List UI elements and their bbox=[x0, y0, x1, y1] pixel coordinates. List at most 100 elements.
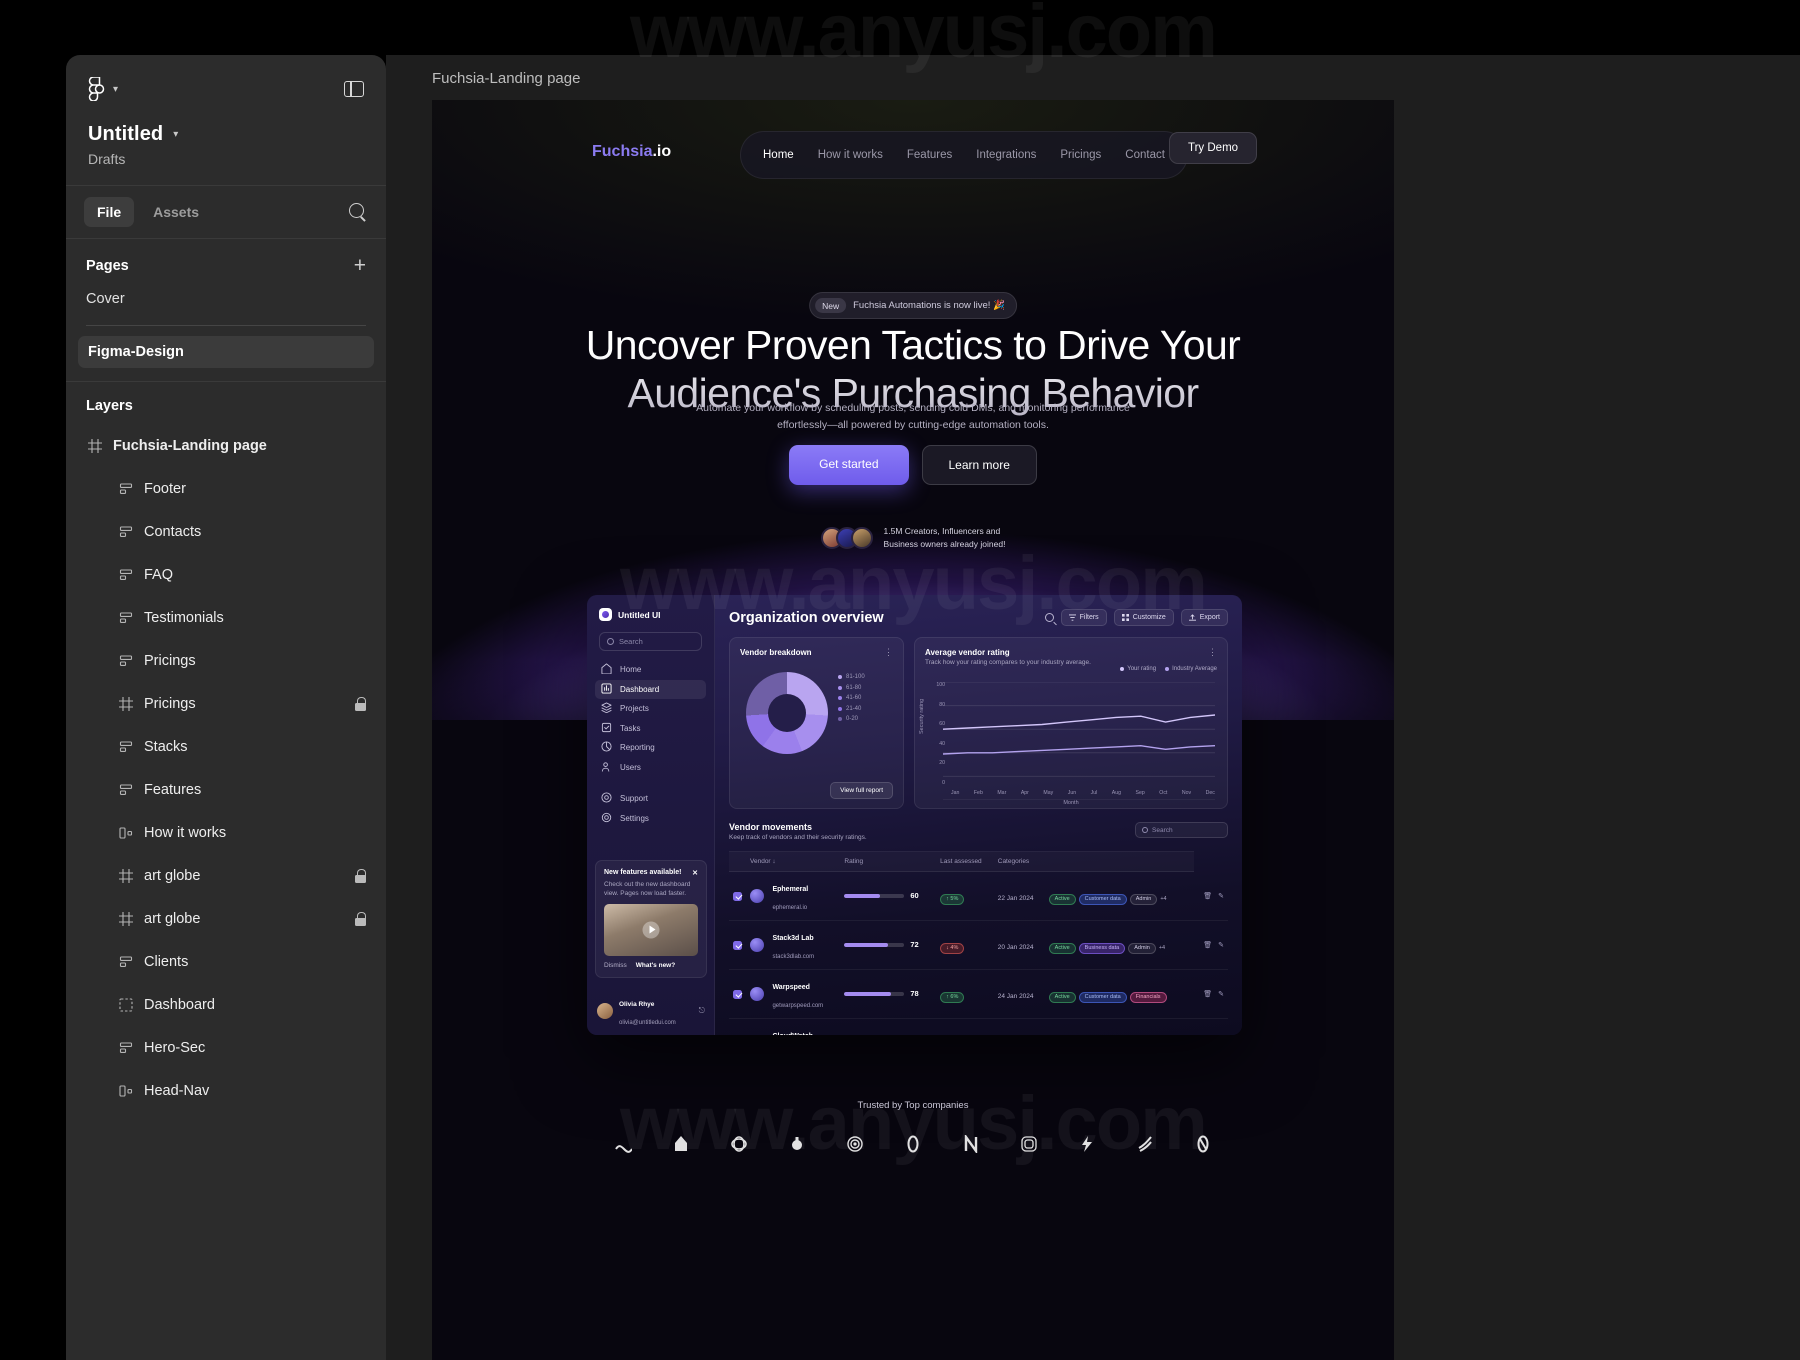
rating-card-subtitle: Track how your rating compares to your i… bbox=[925, 659, 1217, 666]
layer-row-head-nav[interactable]: Head-Nav bbox=[66, 1069, 386, 1112]
layer-row-hero-sec[interactable]: Hero-Sec bbox=[66, 1026, 386, 1069]
file-name-row[interactable]: Untitled ▾ bbox=[88, 123, 364, 146]
column-vendor[interactable]: Vendor ↓ bbox=[746, 852, 840, 872]
announcement-badge[interactable]: New Fuchsia Automations is now live! 🎉 bbox=[809, 292, 1017, 319]
add-page-icon[interactable]: + bbox=[354, 255, 366, 276]
y-axis-label: Security rating bbox=[919, 699, 925, 734]
layer-row-how-it-works[interactable]: How it works bbox=[66, 811, 386, 854]
view-full-report-button[interactable]: View full report bbox=[830, 782, 893, 799]
dashboard-nav-support[interactable]: Support bbox=[595, 789, 706, 809]
layer-row-testimonials[interactable]: Testimonials bbox=[66, 596, 386, 639]
x-tick: Aug bbox=[1112, 790, 1121, 796]
layer-row-dashboard[interactable]: Dashboard bbox=[66, 983, 386, 1026]
row-checkbox[interactable] bbox=[733, 941, 742, 950]
column-rating[interactable]: Rating bbox=[840, 852, 936, 872]
page-item-figma-design[interactable]: Figma-Design bbox=[78, 336, 374, 368]
filters-button[interactable]: Filters bbox=[1061, 609, 1107, 626]
logout-icon[interactable]: ⎋ bbox=[699, 1006, 705, 1016]
search-icon[interactable] bbox=[349, 203, 368, 222]
toggle-sidebar-icon[interactable] bbox=[344, 81, 364, 97]
site-logo[interactable]: Fuchsia.io bbox=[592, 143, 671, 161]
delete-icon[interactable]: 🗑 bbox=[1203, 941, 1212, 949]
layer-row-pricings[interactable]: Pricings bbox=[66, 639, 386, 682]
dashboard-nav-tasks[interactable]: Tasks bbox=[595, 719, 706, 739]
vendor-breakdown-title: Vendor breakdown bbox=[740, 648, 893, 657]
delete-icon[interactable]: 🗑 bbox=[1203, 892, 1212, 900]
nav-link-contact[interactable]: Contact bbox=[1125, 149, 1165, 161]
table-row[interactable]: Ephemeral ephemeral.io 60 ↑ 5% 22 Jan 20… bbox=[729, 872, 1228, 921]
tab-assets[interactable]: Assets bbox=[140, 197, 212, 227]
table-row[interactable]: Stack3d Lab stack3dlab.com 72 ↓ 4% 20 Ja… bbox=[729, 921, 1228, 970]
last-assessed-date: 24 Jan 2024 bbox=[998, 993, 1034, 1000]
row-checkbox[interactable] bbox=[733, 990, 742, 999]
learn-more-button[interactable]: Learn more bbox=[922, 445, 1037, 485]
brand-prefix: Fuchsia bbox=[592, 143, 652, 160]
x-tick: Sep bbox=[1136, 790, 1145, 796]
dashboard-search-input[interactable]: Search bbox=[599, 632, 702, 651]
more-options-icon[interactable]: ⋮ bbox=[1208, 647, 1218, 658]
delete-icon[interactable]: 🗑 bbox=[1203, 990, 1212, 998]
column-last-assessed[interactable]: Last assessed bbox=[936, 852, 994, 872]
lock-icon[interactable] bbox=[355, 869, 366, 883]
search-icon[interactable] bbox=[1045, 613, 1054, 622]
layer-row-features[interactable]: Features bbox=[66, 768, 386, 811]
layer-row-contacts[interactable]: Contacts bbox=[66, 510, 386, 553]
more-options-icon[interactable]: ⋮ bbox=[884, 647, 894, 658]
edit-icon[interactable]: ✎ bbox=[1218, 892, 1224, 900]
column-categories[interactable]: Categories bbox=[994, 852, 1045, 872]
user-name: Olivia Rhye bbox=[619, 1001, 654, 1008]
dashboard-nav-dashboard[interactable]: Dashboard bbox=[595, 680, 706, 700]
page-subtitle: Automate your workflow by scheduling pos… bbox=[432, 400, 1394, 435]
nav-link-home[interactable]: Home bbox=[763, 149, 794, 161]
legend-item: 81-100 bbox=[838, 674, 865, 680]
layer-row-art-globe[interactable]: art globe bbox=[66, 897, 386, 940]
dashboard-nav-users[interactable]: Users bbox=[595, 758, 706, 778]
row-checkbox[interactable] bbox=[733, 892, 742, 901]
panel-tabs: File Assets bbox=[66, 186, 386, 239]
dashboard-user[interactable]: Olivia Rhye olivia@untitledui.com ⎋ bbox=[587, 993, 715, 1029]
promo-video-thumbnail[interactable] bbox=[604, 904, 698, 956]
client-logo-icon bbox=[788, 1135, 806, 1158]
dashboard-header: Organization overview Filters Customize bbox=[715, 595, 1242, 626]
try-demo-button[interactable]: Try Demo bbox=[1169, 132, 1257, 164]
tag-status: Active bbox=[1049, 943, 1076, 954]
layer-row-footer[interactable]: Footer bbox=[66, 467, 386, 510]
promo-whats-new-button[interactable]: What's new? bbox=[636, 962, 675, 969]
dashboard-nav-home[interactable]: Home bbox=[595, 660, 706, 680]
chevron-down-icon[interactable]: ▾ bbox=[113, 84, 118, 95]
dashboard-nav-settings[interactable]: Settings bbox=[595, 809, 706, 829]
export-button[interactable]: Export bbox=[1181, 609, 1228, 626]
vendor-search-input[interactable]: Search bbox=[1135, 822, 1228, 838]
nav-link-pricings[interactable]: Pricings bbox=[1060, 149, 1101, 161]
x-tick: Feb bbox=[974, 790, 983, 796]
layer-row-pricings[interactable]: Pricings bbox=[66, 682, 386, 725]
file-location: Drafts bbox=[88, 151, 364, 167]
nav-link-how-it-works[interactable]: How it works bbox=[818, 149, 883, 161]
layer-row-art-globe[interactable]: art globe bbox=[66, 854, 386, 897]
layer-row-stacks[interactable]: Stacks bbox=[66, 725, 386, 768]
lock-icon[interactable] bbox=[355, 912, 366, 926]
get-started-button[interactable]: Get started bbox=[789, 445, 908, 485]
tab-file[interactable]: File bbox=[84, 197, 134, 227]
nav-link-features[interactable]: Features bbox=[907, 149, 952, 161]
lock-icon[interactable] bbox=[355, 697, 366, 711]
play-icon[interactable] bbox=[643, 921, 660, 938]
close-icon[interactable]: ✕ bbox=[692, 869, 698, 877]
edit-icon[interactable]: ✎ bbox=[1218, 941, 1224, 949]
table-row[interactable]: Warpspeed getwarpspeed.com 78 ↑ 6% 24 Ja… bbox=[729, 970, 1228, 1019]
edit-icon[interactable]: ✎ bbox=[1218, 990, 1224, 998]
design-frame: Fuchsia.io Home How it works Features Integ… bbox=[432, 100, 1394, 1360]
figma-logo-icon[interactable] bbox=[88, 77, 105, 101]
chevron-down-icon[interactable]: ▾ bbox=[173, 129, 178, 140]
layer-row-fuchsia-landing-page[interactable]: Fuchsia-Landing page bbox=[66, 424, 386, 467]
page-item-cover[interactable]: Cover bbox=[66, 285, 386, 313]
vendor-name: Ephemeral bbox=[772, 886, 808, 893]
customize-button[interactable]: Customize bbox=[1114, 609, 1174, 626]
dashboard-nav-reporting[interactable]: Reporting bbox=[595, 738, 706, 758]
nav-link-integrations[interactable]: Integrations bbox=[976, 149, 1036, 161]
layer-row-clients[interactable]: Clients bbox=[66, 940, 386, 983]
dashboard-nav-projects[interactable]: Projects bbox=[595, 699, 706, 719]
table-row[interactable]: CloudWatch cloudwatch.app 38 ↑ 8% 26 Jan… bbox=[729, 1019, 1228, 1036]
layer-row-faq[interactable]: FAQ bbox=[66, 553, 386, 596]
promo-dismiss-button[interactable]: Dismiss bbox=[604, 962, 627, 969]
